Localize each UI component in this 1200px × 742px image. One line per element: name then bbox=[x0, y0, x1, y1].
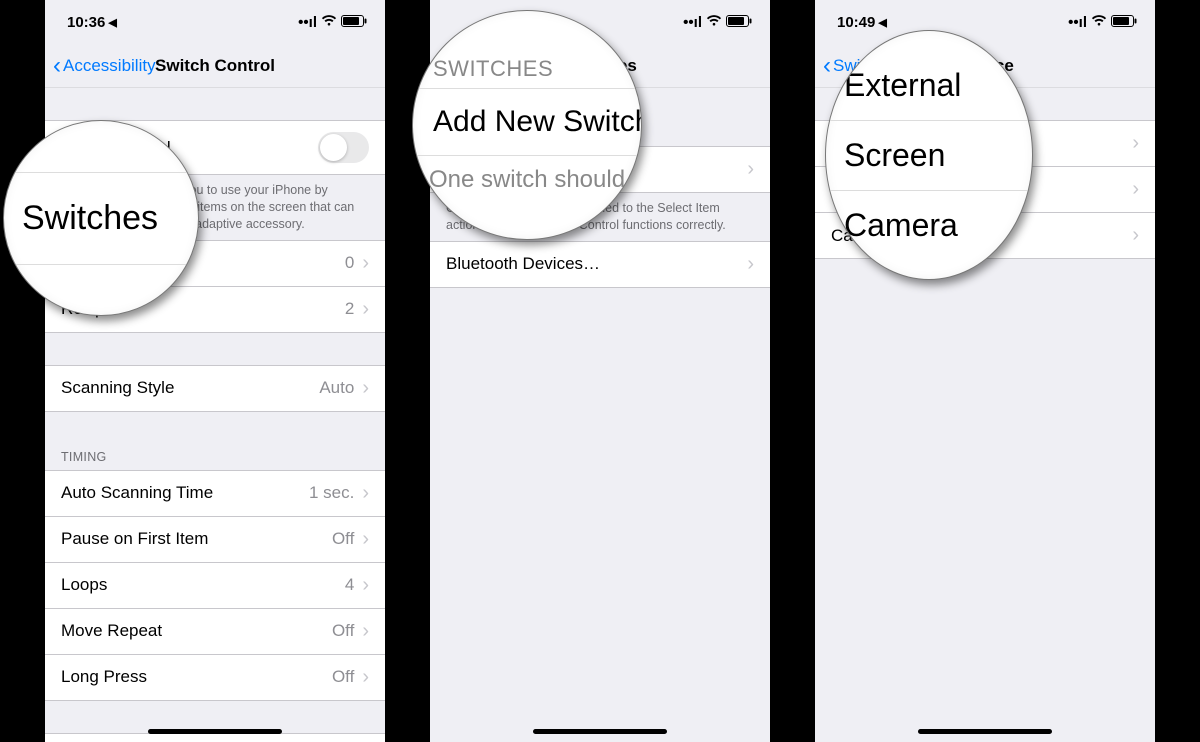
cell-label: Move Repeat bbox=[61, 621, 332, 641]
status-bar: 10:36 ◀ ••ıl bbox=[45, 0, 385, 44]
cell-label: Pause on First Item bbox=[61, 529, 332, 549]
cell-label: Loops bbox=[61, 575, 345, 595]
status-time: 10:49 bbox=[837, 14, 875, 31]
battery-icon bbox=[1111, 14, 1137, 31]
cell-label: Auto Scanning Time bbox=[61, 483, 309, 503]
auto-scanning-time-row[interactable]: Auto Scanning Time 1 sec. › bbox=[45, 470, 385, 517]
battery-icon bbox=[726, 14, 752, 31]
home-indicator[interactable] bbox=[148, 729, 282, 734]
home-indicator[interactable] bbox=[533, 729, 667, 734]
cell-value: Off bbox=[332, 621, 354, 641]
cell-value: 2 bbox=[345, 299, 354, 319]
chevron-right-icon: › bbox=[747, 253, 754, 276]
magnified-text: Switches bbox=[22, 199, 158, 237]
chevron-right-icon: › bbox=[1132, 224, 1139, 247]
location-icon: ◀ bbox=[878, 16, 886, 29]
chevron-right-icon: › bbox=[1132, 178, 1139, 201]
chevron-right-icon: › bbox=[362, 482, 369, 505]
signal-icon: ••ıl bbox=[298, 14, 317, 31]
back-button[interactable]: ‹ Accessibility bbox=[53, 52, 156, 80]
magnifier-source-options: External Screen Camera bbox=[825, 30, 1033, 280]
phone-screen-switch-control: 10:36 ◀ ••ıl ‹ Accessibility Switch Cont… bbox=[45, 0, 385, 742]
magnified-screen: Screen bbox=[826, 121, 1032, 191]
wifi-icon bbox=[321, 14, 337, 31]
signal-icon: ••ıl bbox=[683, 14, 702, 31]
chevron-right-icon: › bbox=[362, 377, 369, 400]
loops-row[interactable]: Loops 4 › bbox=[45, 563, 385, 609]
bluetooth-devices-row[interactable]: Bluetooth Devices… › bbox=[430, 241, 770, 288]
cell-label: Bluetooth Devices… bbox=[446, 254, 747, 274]
battery-icon bbox=[341, 14, 367, 31]
cell-label: Scanning Style bbox=[61, 378, 319, 398]
cell-value: 1 sec. bbox=[309, 483, 354, 503]
chevron-left-icon: ‹ bbox=[823, 52, 831, 80]
status-bar: 10:49 ◀ ••ıl bbox=[815, 0, 1155, 44]
chevron-right-icon: › bbox=[362, 666, 369, 689]
chevron-right-icon: › bbox=[747, 158, 754, 181]
back-label: Accessibility bbox=[63, 56, 156, 76]
chevron-right-icon: › bbox=[362, 528, 369, 551]
magnifier-switches: Switches bbox=[3, 120, 199, 316]
magnifier-add-new-switch: SWITCHES Add New Switch One switch shoul… bbox=[412, 10, 642, 240]
signal-icon: ••ıl bbox=[1068, 14, 1087, 31]
nav-bar: ‹ Accessibility Switch Control bbox=[45, 44, 385, 88]
cell-value: 4 bbox=[345, 575, 354, 595]
chevron-left-icon: ‹ bbox=[53, 52, 61, 80]
chevron-right-icon: › bbox=[362, 252, 369, 275]
toggle-off[interactable] bbox=[318, 132, 369, 163]
move-repeat-row[interactable]: Move Repeat Off › bbox=[45, 609, 385, 655]
chevron-right-icon: › bbox=[1132, 132, 1139, 155]
chevron-right-icon: › bbox=[362, 574, 369, 597]
timing-header: TIMING bbox=[45, 444, 385, 470]
status-time: 10:36 bbox=[67, 14, 105, 31]
home-indicator[interactable] bbox=[918, 729, 1052, 734]
tap-behavior-row[interactable]: Tap Behavior Default› bbox=[45, 733, 385, 742]
cell-value: Auto bbox=[319, 378, 354, 398]
cell-value: Off bbox=[332, 667, 354, 687]
wifi-icon bbox=[706, 14, 722, 31]
cell-value: 0 bbox=[345, 253, 354, 273]
cell-value: Off bbox=[332, 529, 354, 549]
chevron-right-icon: › bbox=[362, 620, 369, 643]
location-icon: ◀ bbox=[108, 16, 116, 29]
magnified-subtext: One switch should bbox=[413, 156, 641, 204]
pause-first-item-row[interactable]: Pause on First Item Off › bbox=[45, 517, 385, 563]
scanning-style-row[interactable]: Scanning Style Auto › bbox=[45, 365, 385, 412]
magnified-header: SWITCHES bbox=[413, 46, 641, 88]
cell-label: Long Press bbox=[61, 667, 332, 687]
wifi-icon bbox=[1091, 14, 1107, 31]
long-press-row[interactable]: Long Press Off › bbox=[45, 655, 385, 701]
magnified-text: Add New Switch bbox=[433, 105, 642, 138]
chevron-right-icon: › bbox=[362, 298, 369, 321]
